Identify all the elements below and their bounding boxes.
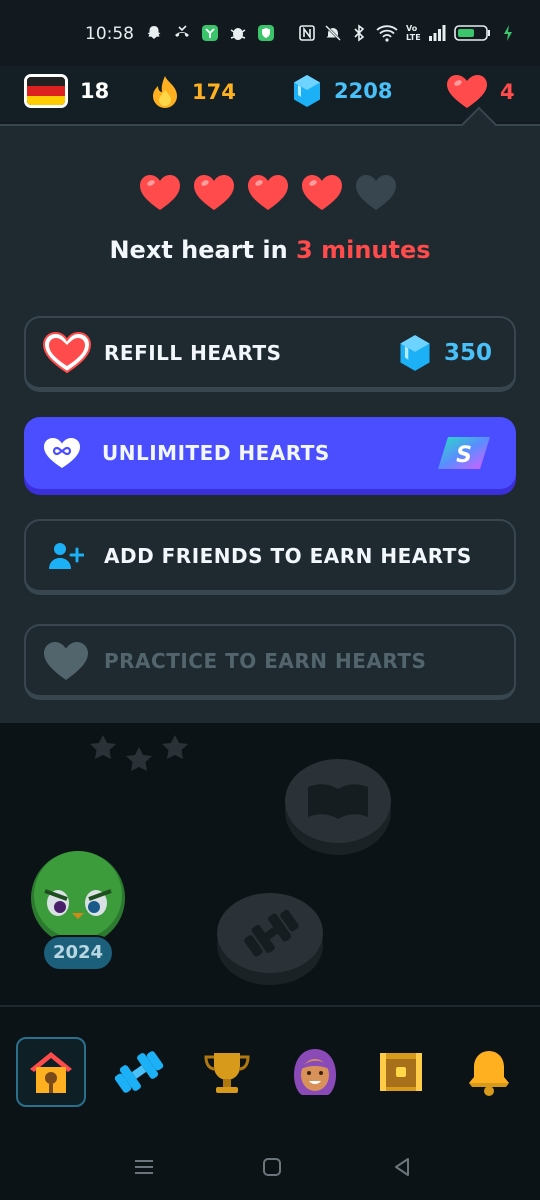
gem-icon [294,75,320,107]
leaderboard-trophy-icon [204,1053,250,1093]
nav-home[interactable] [16,1037,86,1107]
practice-heart-icon [44,641,88,680]
nav-profile[interactable] [280,1037,350,1107]
german-flag-icon [24,74,68,108]
empty-heart-icon [356,175,396,210]
hearts-value: 4 [500,80,515,104]
bottom-navigation [0,1005,540,1135]
system-icons: Vo LTE [298,24,514,42]
heart-icon [447,75,487,108]
unlimited-hearts-label: UNLIMITED HEARTS [102,441,330,465]
missed-call-icon [175,25,189,37]
star-rating-icon [90,735,188,771]
refill-cost: 350 [398,334,492,372]
refill-cost-value: 350 [443,339,492,366]
bug-icon [230,28,246,40]
streak-value: 174 [192,80,236,104]
top-stats-bar: 18 174 2208 4 [0,66,540,122]
infinity-heart-icon [44,438,80,468]
practice-dumbbell-icon [114,1051,164,1093]
refill-hearts-button[interactable]: REFILL HEARTS 350 [24,316,516,392]
streak-counter[interactable]: 174 [150,74,236,110]
profile-avatar-icon [294,1049,336,1095]
hearts-counter[interactable]: 4 [446,74,515,110]
super-badge-letter: S [456,443,472,468]
unlimited-hearts-button[interactable]: UNLIMITED HEARTS S [24,417,516,489]
practice-button[interactable]: PRACTICE TO EARN HEARTS [24,624,516,700]
gem-icon [400,334,430,371]
snapchat-icon [147,26,161,39]
nav-notifications[interactable] [454,1037,524,1107]
practice-lesson-node-icon [217,893,323,985]
add-friend-icon [49,542,84,569]
app-green-icon [202,25,218,41]
status-time: 10:58 [85,24,134,44]
nav-leaderboards[interactable] [192,1037,262,1107]
refill-hearts-label: REFILL HEARTS [104,340,282,365]
gems-value: 2208 [334,79,393,103]
home-button-icon[interactable] [260,1155,284,1179]
hearts-display [139,174,397,212]
year-badge[interactable]: 2024 [42,935,114,971]
full-heart-icon [248,175,288,210]
signal-icon [429,25,446,41]
wifi-icon [376,25,398,42]
charging-bolt-icon [504,25,512,41]
add-friends-button[interactable]: ADD FRIENDS TO EARN HEARTS [24,519,516,595]
nav-shop[interactable] [366,1037,436,1107]
lte-label: Vo LTE [406,24,421,42]
notifications-bell-icon [469,1051,509,1096]
refill-heart-icon [42,331,92,373]
practice-label: PRACTICE TO EARN HEARTS [104,648,427,673]
home-icon [30,1052,72,1093]
gems-counter[interactable]: 2208 [292,74,392,108]
mute-icon [325,25,341,41]
course-selector[interactable]: 18 [24,74,109,108]
recent-apps-icon[interactable] [132,1155,156,1179]
notification-icons [145,24,275,42]
chest-icon [380,1053,422,1091]
full-heart-icon [194,175,234,210]
bluetooth-icon [354,24,365,42]
full-heart-icon [140,175,180,210]
vpn-shield-icon [258,25,274,41]
course-count: 18 [80,79,110,103]
full-heart-icon [302,175,342,210]
hearts-dropdown-panel: Next heart in 3 minutes REFILL HEARTS 35… [0,126,540,723]
next-heart-timer: Next heart in 3 minutes [0,236,540,264]
battery-icon [454,25,490,41]
story-lesson-node-icon [285,759,391,855]
add-friends-label: ADD FRIENDS TO EARN HEARTS [104,543,472,568]
next-heart-prefix: Next heart in [109,236,297,264]
duo-owl-avatar-icon [31,851,125,945]
back-button-icon[interactable] [390,1155,414,1179]
streak-flame-icon [153,76,177,108]
status-bar: 10:58 Vo LTE [0,0,540,66]
super-duolingo-badge-icon: S [438,437,490,469]
nfc-icon [299,25,315,41]
learning-path-dimmed: 2024 [0,723,540,1005]
system-navigation-bar [0,1135,540,1200]
next-heart-time: 3 minutes [296,236,431,264]
nav-practice[interactable] [104,1037,174,1107]
